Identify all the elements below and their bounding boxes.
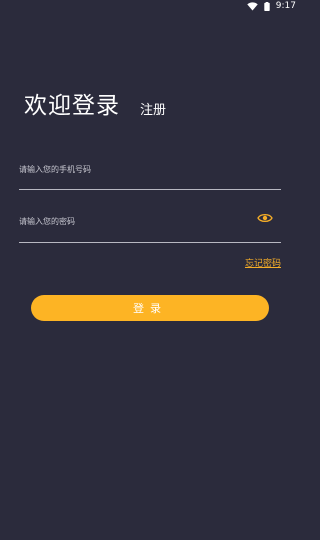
page-title: 欢迎登录: [24, 93, 120, 119]
battery-icon: [264, 1, 270, 11]
wifi-icon: [247, 1, 258, 11]
register-link[interactable]: 注册: [140, 99, 166, 120]
phone-field: [19, 157, 281, 190]
password-input[interactable]: [19, 213, 281, 230]
status-bar: 9:17: [0, 0, 300, 12]
eye-icon[interactable]: [257, 210, 273, 224]
phone-input[interactable]: [19, 161, 281, 178]
title-row: 欢迎登录 注册: [24, 86, 166, 120]
status-time: 9:17: [275, 1, 296, 11]
password-field: [19, 209, 281, 243]
login-button[interactable]: 登录: [31, 295, 269, 321]
forgot-password-link[interactable]: 忘记密码: [245, 256, 281, 269]
